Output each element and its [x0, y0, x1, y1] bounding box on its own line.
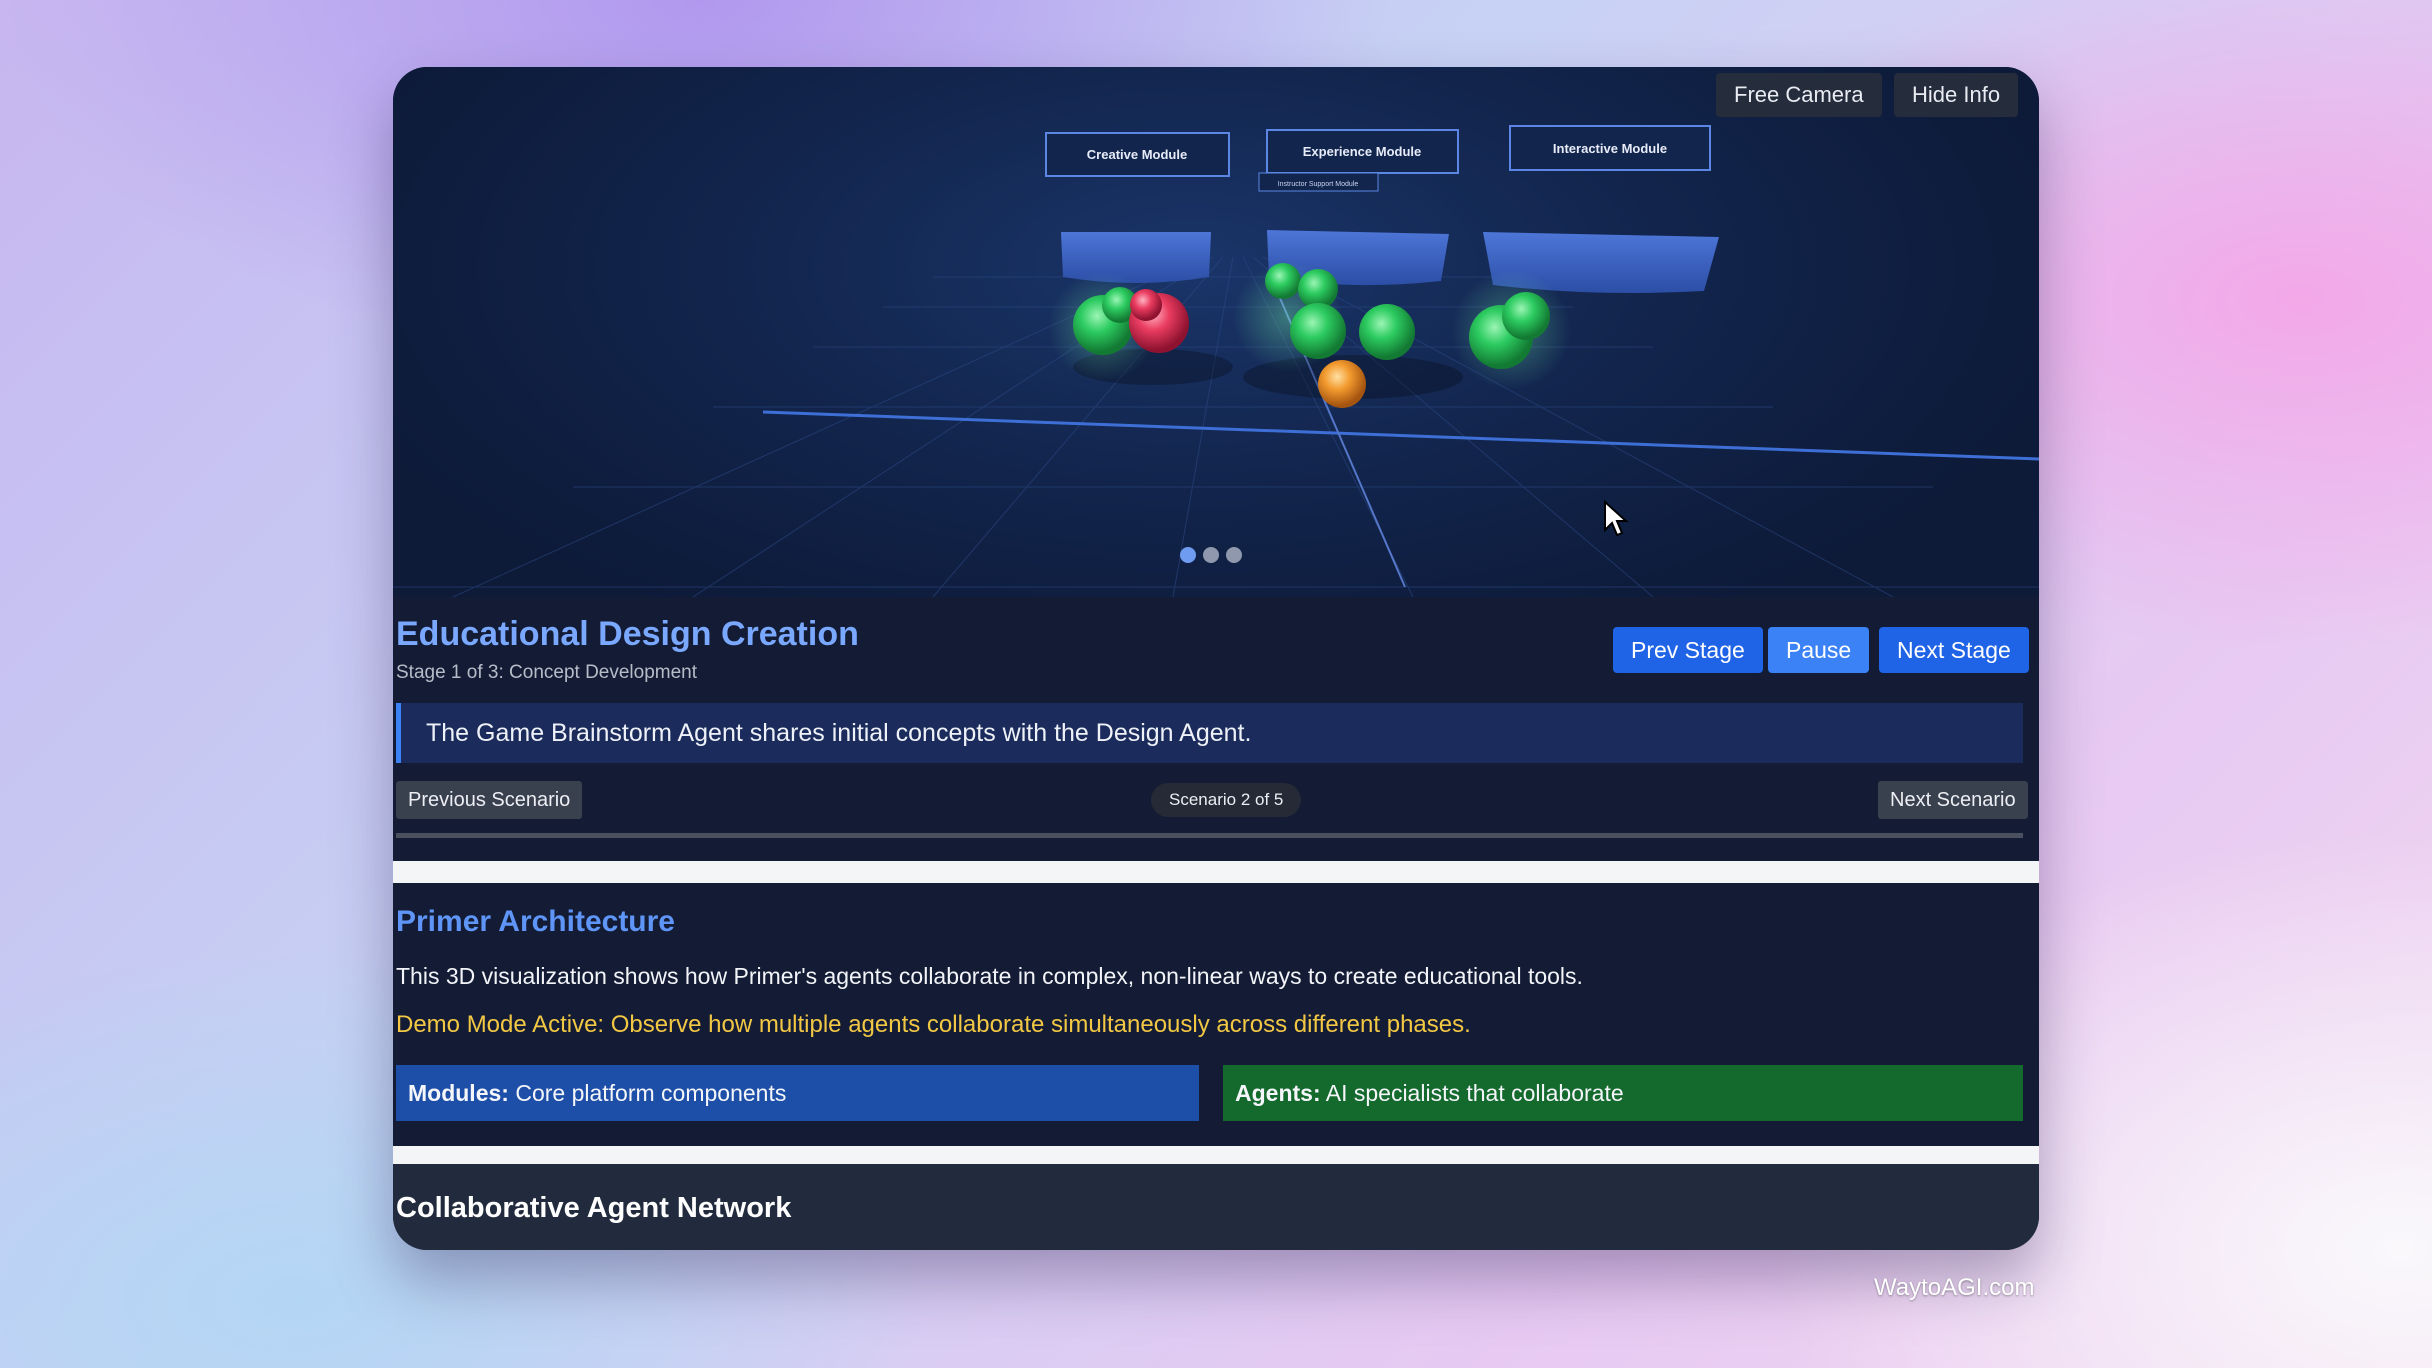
prev-stage-button[interactable]: Prev Stage [1613, 627, 1763, 673]
agent-sphere[interactable] [1318, 360, 1366, 408]
agent-sphere[interactable] [1265, 263, 1301, 299]
legend-agents-text: AI specialists that collaborate [1320, 1080, 1624, 1106]
narration-text: The Game Brainstorm Agent shares initial… [396, 703, 2023, 763]
stage-dot[interactable] [1203, 547, 1219, 563]
architecture-title: Primer Architecture [396, 905, 675, 938]
architecture-panel: Primer Architecture This 3D visualizatio… [393, 883, 2039, 1146]
stage-title: Educational Design Creation [396, 615, 859, 653]
module-label-creative: Creative Module [1045, 132, 1230, 177]
agent-sphere[interactable] [1359, 304, 1415, 360]
architecture-description: This 3D visualization shows how Primer's… [396, 963, 1583, 989]
pause-button[interactable]: Pause [1768, 627, 1870, 673]
module-label-interactive: Interactive Module [1509, 125, 1711, 171]
demo-mode-notice: Demo Mode Active: Observe how multiple a… [396, 1011, 1471, 1038]
floor-grid [393, 256, 2039, 597]
module-label-experience: Experience Module [1266, 129, 1459, 174]
legend-agents: Agents: AI specialists that collaborate [1223, 1065, 2023, 1121]
scenario-counter: Scenario 2 of 5 [1151, 783, 1302, 817]
legend-modules-text: Core platform components [508, 1080, 787, 1106]
legend-modules: Modules: Core platform components [396, 1065, 1199, 1121]
divider [393, 861, 2039, 883]
svg-text:Creative Module: Creative Module [1087, 147, 1187, 162]
axis-line [762, 410, 2039, 461]
scenario-progress [396, 833, 2023, 838]
scene-canvas: Creative Module Experience Module Instru… [393, 125, 2039, 597]
app-window: Creative Module Experience Module Instru… [393, 67, 2039, 1250]
free-camera-button[interactable]: Free Camera [1716, 73, 1882, 117]
legend-agents-label: Agents: [1235, 1080, 1321, 1106]
watermark: WaytoAGI.com [1874, 1274, 2035, 1301]
svg-text:Experience Module: Experience Module [1303, 144, 1421, 159]
hide-info-button[interactable]: Hide Info [1894, 73, 2019, 117]
agent-sphere[interactable] [1130, 289, 1162, 321]
network-title: Collaborative Agent Network [396, 1192, 792, 1224]
network-panel: Collaborative Agent Network [393, 1164, 2039, 1250]
module-block-creative [1061, 232, 1211, 283]
legend-modules-label: Modules: [408, 1080, 509, 1106]
svg-text:Interactive Module: Interactive Module [1553, 141, 1667, 156]
previous-scenario-button[interactable]: Previous Scenario [396, 781, 583, 819]
agent-sphere[interactable] [1502, 292, 1550, 340]
stage-header: Educational Design Creation Stage 1 of 3… [396, 615, 859, 684]
next-stage-button[interactable]: Next Stage [1879, 627, 2029, 673]
stage-dot-active[interactable] [1180, 547, 1196, 563]
divider [393, 1146, 2039, 1164]
stage-dot[interactable] [1226, 547, 1242, 563]
module-label-sub: Instructor Support Module [1258, 172, 1379, 192]
3d-viewport[interactable]: Creative Module Experience Module Instru… [393, 67, 2039, 597]
agent-sphere[interactable] [1290, 303, 1346, 359]
stage-subtitle: Stage 1 of 3: Concept Development [396, 662, 698, 683]
svg-text:Instructor Support Module: Instructor Support Module [1278, 181, 1359, 188]
mouse-cursor-icon [1604, 500, 1629, 537]
next-scenario-button[interactable]: Next Scenario [1878, 781, 2028, 819]
